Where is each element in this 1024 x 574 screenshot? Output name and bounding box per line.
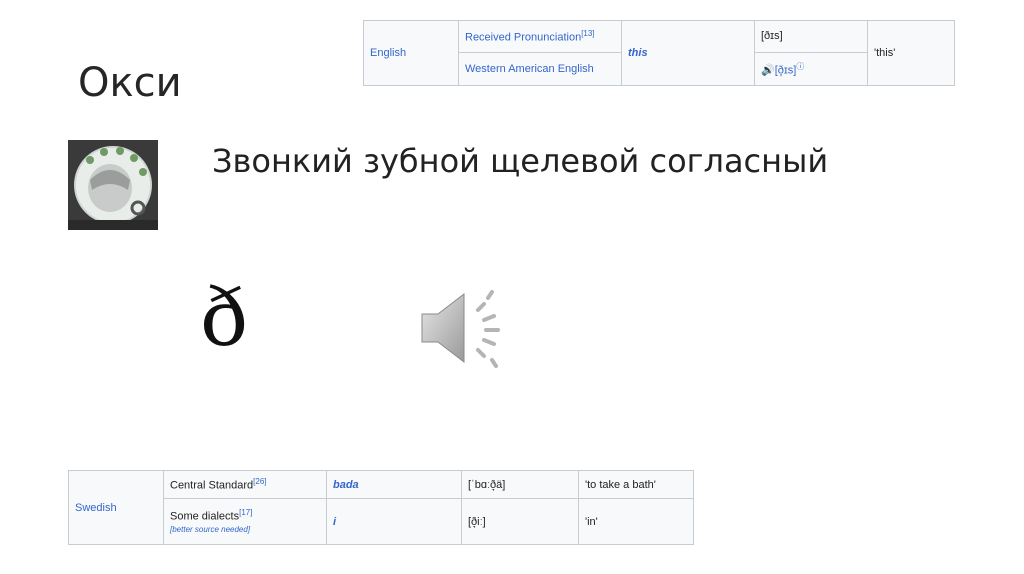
dialect-cell: Central Standard[26] (163, 469, 327, 500)
dialect-cell: Western American English (458, 51, 622, 87)
phoneme-letter: ð (200, 271, 249, 364)
language-link[interactable]: English (370, 47, 406, 59)
language-cell: Swedish (68, 470, 164, 545)
wiki-table-english: English Received Pronunciation[13] this … (363, 20, 955, 87)
reference-mark[interactable]: [13] (581, 29, 594, 38)
dialect-text: Some dialects (170, 511, 240, 523)
gloss-cell: 'this' (867, 20, 955, 86)
ipa-cell: [ðɪs] (754, 20, 868, 53)
speaker-icon[interactable]: 🔊 (761, 65, 775, 77)
dialect-link[interactable]: Western American English (465, 63, 594, 75)
avatar (68, 140, 158, 230)
gloss-text: 'in' (585, 515, 598, 528)
dialect-text: Central Standard (170, 480, 254, 492)
speaker-icon[interactable] (418, 288, 510, 368)
dialect-cell: Received Pronunciation[13] (458, 20, 622, 53)
avatar-image (68, 140, 158, 230)
gloss-text: 'to take a bath' (585, 478, 656, 491)
citation-note[interactable]: [better source needed] (170, 525, 250, 534)
gloss-cell: 'to take a bath' (578, 469, 694, 500)
wiki-table-swedish: Swedish Central Standard[26] bada [ˈbɑːð… (68, 469, 694, 545)
info-icon[interactable]: ⓘ (796, 62, 804, 71)
ipa-text: [ð̞iː] (468, 515, 486, 528)
language-link[interactable]: Swedish (75, 502, 117, 514)
dialect-cell: Some dialects[17] [better source needed] (163, 498, 327, 545)
ipa-cell: [ˈbɑːð̞ä] (461, 469, 579, 500)
reference-mark[interactable]: [17] (239, 508, 252, 517)
ipa-text: [ðɪs] (761, 30, 783, 43)
ipa-cell: [ð̞iː] (461, 498, 579, 545)
gloss-cell: 'in' (578, 498, 694, 545)
word-cell: i (326, 498, 462, 545)
gloss-text: 'this' (874, 47, 896, 59)
slide-title: Окси (78, 60, 182, 106)
ipa-cell: 🔊[ð̞ɪs]ⓘ (754, 51, 868, 87)
word-cell: this (621, 20, 755, 86)
dialect-link[interactable]: Received Pronunciation (465, 32, 581, 44)
word-link[interactable]: bada (333, 479, 359, 491)
ipa-text: [ˈbɑːð̞ä] (468, 478, 506, 491)
word-link[interactable]: this (628, 47, 648, 59)
word-cell: bada (326, 469, 462, 500)
word-link[interactable]: i (333, 516, 336, 528)
language-cell: English (363, 20, 459, 86)
ipa-audio-link[interactable]: [ð̞ɪs] (775, 65, 797, 77)
slide-subtitle: Звонкий зубной щелевой согласный (212, 142, 829, 180)
reference-mark[interactable]: [26] (253, 477, 266, 486)
